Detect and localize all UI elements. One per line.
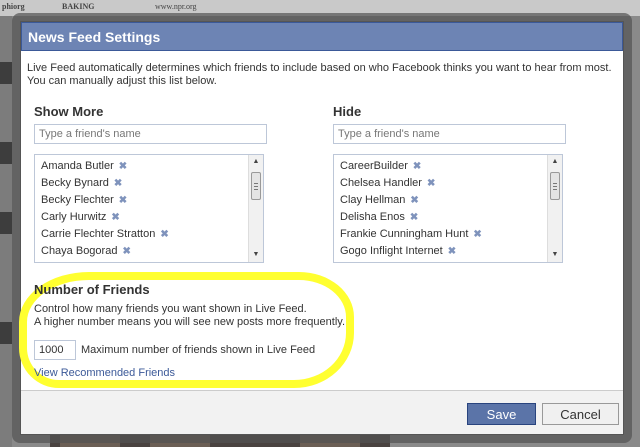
description-line: A higher number means you will see new p… xyxy=(34,316,346,328)
description-line: Live Feed automatically determines which… xyxy=(27,62,612,74)
max-friends-label: Maximum number of friends shown in Live … xyxy=(81,344,316,356)
list-item: Becky Flechter ✖ xyxy=(41,192,249,209)
cancel-button[interactable]: Cancel xyxy=(542,403,619,425)
friend-name: Carly Hurwitz xyxy=(41,211,107,223)
remove-icon[interactable]: ✖ xyxy=(473,229,481,240)
remove-icon[interactable]: ✖ xyxy=(410,195,418,206)
remove-icon[interactable]: ✖ xyxy=(122,246,130,257)
scroll-down-arrow-icon[interactable]: ▼ xyxy=(548,248,562,262)
dialog-footer: Save Cancel xyxy=(21,390,623,434)
list-item: Carrie Flechter Stratton ✖ xyxy=(41,226,249,243)
background-text-3: www.npr.org xyxy=(155,2,197,11)
remove-icon[interactable]: ✖ xyxy=(119,161,127,172)
show-more-friend-list: Amanda Butler ✖ Becky Bynard ✖ Becky Flech… xyxy=(34,154,264,263)
list-item: Chaya Bogorad ✖ xyxy=(41,243,249,260)
scroll-down-arrow-icon[interactable]: ▼ xyxy=(249,248,263,262)
scroll-up-arrow-icon[interactable]: ▲ xyxy=(548,155,562,169)
number-of-friends-description: Control how many friends you want shown … xyxy=(34,303,345,329)
friend-name: Amanda Butler xyxy=(41,160,114,172)
dialog-title: News Feed Settings xyxy=(21,22,623,51)
friend-name: Becky Flechter xyxy=(41,194,114,206)
background-text-1: phiorg xyxy=(2,2,25,11)
description-line: Control how many friends you want shown … xyxy=(34,303,307,315)
background-thumbnail xyxy=(0,142,12,164)
list-item: Clay Hellman ✖ xyxy=(340,192,548,209)
friend-list-items: CareerBuilder ✖ Chelsea Handler ✖ Clay Hel… xyxy=(334,155,548,260)
background-left-column xyxy=(0,16,12,447)
dialog-body: News Feed Settings Live Feed automatical… xyxy=(19,21,624,435)
background-thumbnail xyxy=(0,62,12,84)
remove-icon[interactable]: ✖ xyxy=(160,229,168,240)
friend-name: Frankie Cunningham Hunt xyxy=(340,228,469,240)
scrollbar[interactable]: ▲ ▼ xyxy=(248,155,263,262)
remove-icon[interactable]: ✖ xyxy=(427,178,435,189)
description-line: You can manually adjust this list below. xyxy=(27,75,217,87)
max-friends-input[interactable] xyxy=(34,340,76,360)
friend-name: Delisha Enos xyxy=(340,211,405,223)
scrollbar-thumb[interactable] xyxy=(550,172,560,200)
scrollbar-thumb[interactable] xyxy=(251,172,261,200)
friend-name: Becky Bynard xyxy=(41,177,109,189)
remove-icon[interactable]: ✖ xyxy=(114,178,122,189)
remove-icon[interactable]: ✖ xyxy=(413,161,421,172)
list-item: Amanda Butler ✖ xyxy=(41,158,249,175)
hide-friend-list: CareerBuilder ✖ Chelsea Handler ✖ Clay Hel… xyxy=(333,154,563,263)
friend-name: Gogo Inflight Internet xyxy=(340,245,443,257)
scroll-up-arrow-icon[interactable]: ▲ xyxy=(249,155,263,169)
friend-name: Chelsea Handler xyxy=(340,177,422,189)
list-item: Delisha Enos ✖ xyxy=(340,209,548,226)
list-item: Chelsea Handler ✖ xyxy=(340,175,548,192)
remove-icon[interactable]: ✖ xyxy=(448,246,456,257)
friend-name: Chaya Bogorad xyxy=(41,245,118,257)
scrollbar[interactable]: ▲ ▼ xyxy=(547,155,562,262)
dialog-description: Live Feed automatically determines which… xyxy=(27,62,617,88)
show-more-search-input[interactable] xyxy=(34,124,267,144)
hide-search-input[interactable] xyxy=(333,124,566,144)
list-item: CareerBuilder ✖ xyxy=(340,158,548,175)
background-thumbnail xyxy=(0,212,12,234)
news-feed-settings-dialog: News Feed Settings Live Feed automatical… xyxy=(12,13,632,443)
save-button[interactable]: Save xyxy=(467,403,536,425)
remove-icon[interactable]: ✖ xyxy=(119,195,127,206)
show-more-title: Show More xyxy=(34,104,104,119)
list-item: Becky Bynard ✖ xyxy=(41,175,249,192)
background-text-2: BAKING xyxy=(62,2,95,11)
remove-icon[interactable]: ✖ xyxy=(410,212,418,223)
friend-name: Clay Hellman xyxy=(340,194,406,206)
list-item: Carly Hurwitz ✖ xyxy=(41,209,249,226)
friend-name: Carrie Flechter Stratton xyxy=(41,228,156,240)
remove-icon[interactable]: ✖ xyxy=(111,212,119,223)
background-thumbnail xyxy=(0,322,12,344)
number-of-friends-title: Number of Friends xyxy=(34,282,150,297)
hide-title: Hide xyxy=(333,104,362,119)
friend-name: CareerBuilder xyxy=(340,160,408,172)
list-item: Gogo Inflight Internet ✖ xyxy=(340,243,548,260)
friend-list-items: Amanda Butler ✖ Becky Bynard ✖ Becky Flech… xyxy=(35,155,249,260)
view-recommended-friends-link[interactable]: View Recommended Friends xyxy=(34,367,175,379)
list-item: Frankie Cunningham Hunt ✖ xyxy=(340,226,548,243)
